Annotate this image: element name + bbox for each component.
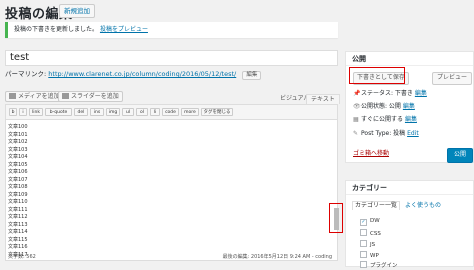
edit-post-type-link[interactable]: Edit [407, 130, 419, 137]
eye-icon: 👁 [353, 103, 361, 110]
calendar-icon: ▦ [353, 116, 359, 123]
word-count: 文字数: 562 [8, 254, 36, 260]
category-label: JS [370, 242, 376, 248]
qt-ins-button[interactable]: ins [90, 108, 104, 116]
checkbox[interactable] [360, 251, 367, 258]
save-draft-highlight [349, 67, 405, 84]
post-type-label: Post Type: 投稿 [361, 130, 406, 137]
post-title-input[interactable]: test [5, 50, 338, 66]
content-line: 文章103 [8, 146, 28, 153]
qt-link-button[interactable]: link [29, 108, 43, 116]
schedule-label: すぐに公開する [361, 116, 404, 123]
category-item[interactable]: CSS [360, 229, 381, 238]
content-line: 文章107 [8, 176, 28, 183]
notice-text: 投稿の下書きを更新しました。 [14, 26, 99, 33]
content-line: 文章116 [8, 244, 28, 250]
edit-schedule-link[interactable]: 編集 [405, 116, 417, 123]
qt-ul-button[interactable]: ul [122, 108, 134, 116]
content-line: 文章104 [8, 154, 28, 160]
content-line: 文章105 [8, 161, 28, 168]
post-status-label: ステータス: 下書き [361, 90, 413, 97]
content-line: 文章102 [8, 139, 28, 145]
content-line: 文章113 [8, 221, 28, 228]
content-line: 文章112 [8, 214, 28, 220]
pin-icon: ✎ [353, 130, 359, 137]
quicktags-toolbar: b i link b-quote del ins img ul ol li co… [6, 105, 337, 120]
category-label: プラグイン [370, 263, 398, 269]
checkbox[interactable] [360, 240, 367, 247]
tab-popular-categories[interactable]: よく使うもの [405, 202, 441, 210]
permalink-row: パーマリンク: http://www.clarenet.co.jp/column… [5, 70, 262, 80]
post-type-row: ✎ Post Type: 投稿 Edit [353, 130, 419, 138]
publish-button[interactable]: 公開 [447, 148, 473, 163]
tab-all-categories[interactable]: カテゴリー一覧 [352, 201, 401, 210]
post-status-row: 📌ステータス: 下書き 編集 [353, 90, 427, 98]
qt-del-button[interactable]: del [74, 108, 88, 116]
category-item[interactable]: JS [360, 240, 375, 249]
permalink-url[interactable]: http://www.clarenet.co.jp/column/coding/… [48, 70, 236, 78]
tab-text[interactable]: テキスト [306, 94, 340, 104]
category-label: CSS [370, 231, 381, 237]
content-line: 文章109 [8, 191, 28, 198]
qt-bold-button[interactable]: b [9, 108, 17, 116]
editor-content[interactable]: 文章100 文章101 文章102 文章103 文章104 文章105 文章10… [8, 124, 28, 259]
edit-status-link[interactable]: 編集 [415, 90, 427, 97]
slider-icon [62, 93, 69, 99]
qt-italic-button[interactable]: i [19, 108, 27, 116]
add-new-button[interactable]: 新規追加 [59, 4, 95, 18]
content-line: 文章106 [8, 169, 28, 175]
add-slider-button[interactable]: スライダーを追加 [58, 91, 123, 102]
qt-code-button[interactable]: code [162, 108, 179, 116]
content-line: 文章101 [8, 131, 28, 138]
schedule-row: ▦ すぐに公開する 編集 [353, 116, 417, 124]
scrollbar-highlight [329, 203, 343, 233]
editor-status-bar: 文字数: 562 最後の編集: 2016年5月12日 9:24 AM - cod… [5, 253, 338, 262]
visibility-row: 👁公開状態: 公開 編集 [353, 103, 415, 111]
notice-preview-link[interactable]: 投稿をプレビュー [100, 26, 148, 33]
content-line: 文章100 [8, 124, 28, 130]
qt-blockquote-button[interactable]: b-quote [45, 108, 72, 116]
preview-button[interactable]: プレビュー [432, 72, 473, 85]
text-editor[interactable]: b i link b-quote del ins img ul ol li co… [5, 104, 338, 261]
category-item[interactable]: ✓ DW [360, 218, 380, 226]
category-label: DW [370, 218, 380, 224]
add-media-label: メディアを追加 [18, 93, 60, 100]
qt-li-button[interactable]: li [150, 108, 160, 116]
visibility-label: 公開状態: 公開 [361, 103, 401, 110]
media-icon [9, 93, 16, 99]
qt-img-button[interactable]: img [106, 108, 120, 116]
content-line: 文章115 [8, 236, 28, 243]
permalink-label: パーマリンク: [5, 70, 47, 78]
move-to-trash-link[interactable]: ゴミ箱へ移動 [353, 150, 389, 158]
categories-box-title: カテゴリー [346, 181, 473, 195]
content-line: 文章108 [8, 184, 28, 190]
checkbox[interactable] [360, 229, 367, 236]
last-edited: 最後の編集: 2016年5月12日 9:24 AM - coding [222, 254, 332, 260]
qt-ol-button[interactable]: ol [136, 108, 148, 116]
category-item[interactable]: WP [360, 251, 379, 260]
edit-visibility-link[interactable]: 編集 [403, 103, 415, 110]
qt-close-tags-button[interactable]: タグを閉じる [201, 108, 233, 116]
content-line: 文章110 [8, 199, 28, 205]
qt-more-button[interactable]: more [181, 108, 199, 116]
category-tabs: カテゴリー一覧 よく使うもの [352, 201, 441, 210]
checkbox-checked[interactable]: ✓ [360, 219, 367, 226]
categories-box: カテゴリー カテゴリー一覧 よく使うもの ✓ DW CSS JS WP プラグイン [345, 180, 474, 270]
category-label: WP [370, 253, 379, 259]
update-notice: 投稿の下書きを更新しました。 投稿をプレビュー [5, 22, 338, 38]
permalink-edit-button[interactable]: 編集 [242, 71, 262, 80]
content-line: 文章114 [8, 229, 28, 235]
publish-box-title: 公開 [346, 52, 473, 66]
pin-icon: 📌 [353, 90, 361, 97]
add-media-button[interactable]: メディアを追加 [5, 91, 64, 102]
add-slider-label: スライダーを追加 [71, 93, 119, 100]
content-line: 文章111 [8, 206, 28, 213]
category-item[interactable]: プラグイン [360, 261, 398, 270]
